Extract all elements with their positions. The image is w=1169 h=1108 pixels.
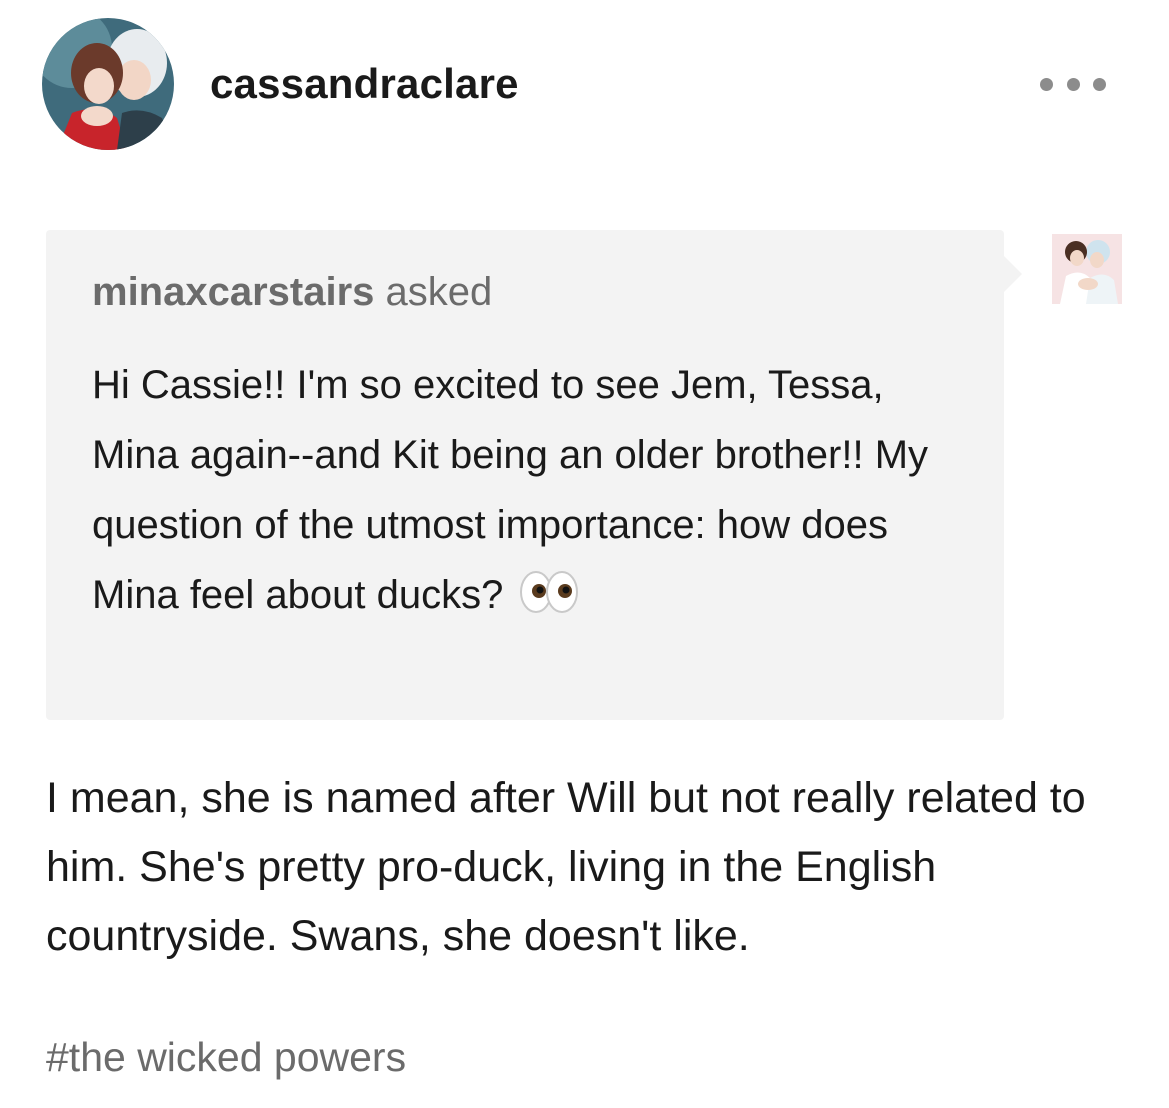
answer-text: I mean, she is named after Will but not … [46,774,1086,960]
blog-avatar[interactable] [42,18,174,150]
ask-box: minaxcarstairs asked Hi Cassie!! I'm so … [46,230,1022,720]
ellipsis-icon [1093,77,1106,91]
ellipsis-icon [1040,77,1053,91]
avatar-image [42,18,174,150]
tumblr-post: cassandraclare minaxcarstairs asked Hi C… [0,0,1169,1108]
asker-name-link[interactable]: minaxcarstairs [92,270,374,314]
question-body: Hi Cassie!! I'm so excited to see Jem, T… [92,363,929,617]
post-tag[interactable]: #the wicked powers [46,1034,406,1081]
question-text: Hi Cassie!! I'm so excited to see Jem, T… [92,350,962,636]
blog-name-link[interactable]: cassandraclare [210,60,519,108]
asked-label: asked [385,270,493,314]
asker-line: minaxcarstairs asked [92,270,492,315]
asker-avatar-image [1052,234,1122,304]
ellipsis-icon [1066,77,1080,91]
eyes-emoji-icon [519,566,579,636]
asker-avatar[interactable] [1052,234,1122,304]
more-options-button[interactable] [1040,70,1106,98]
